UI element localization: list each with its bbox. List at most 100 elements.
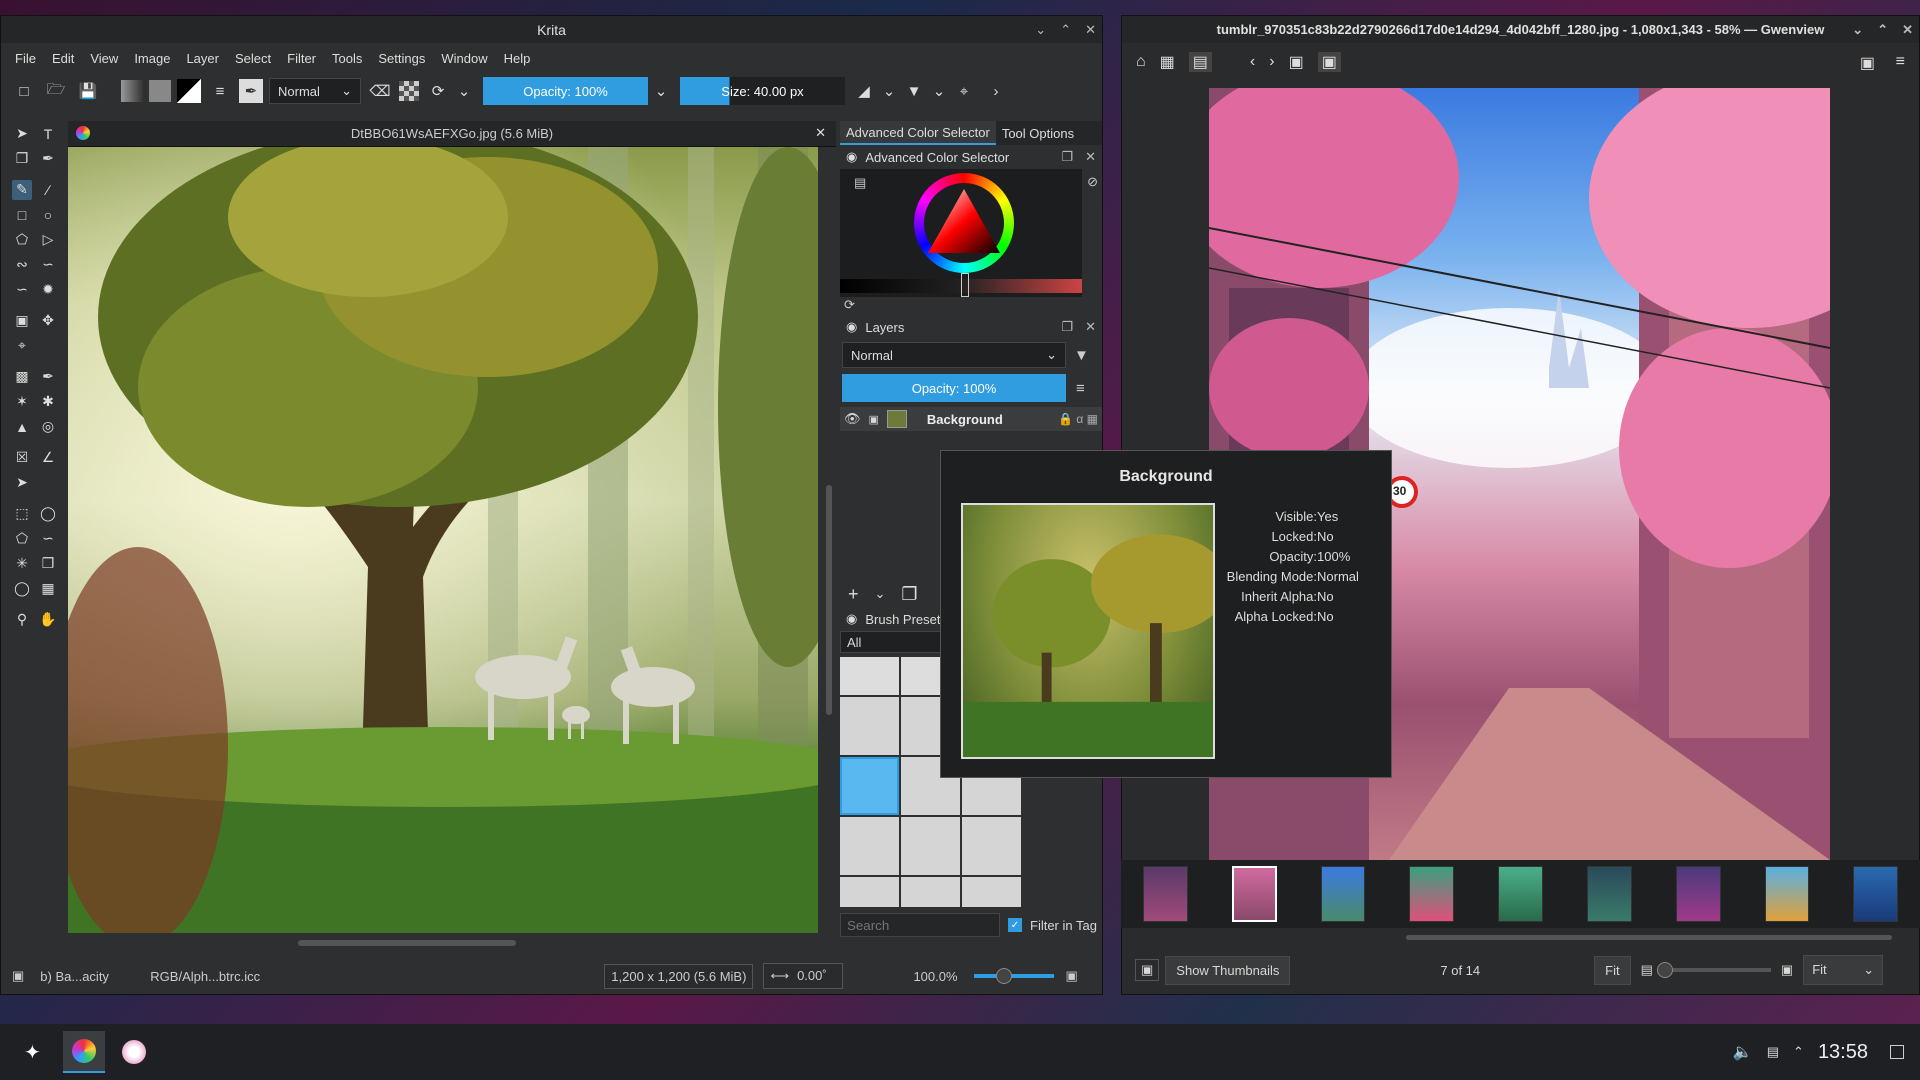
lock-docker-icon[interactable]: ◉ bbox=[846, 319, 857, 335]
tab-tool-options[interactable]: Tool Options bbox=[996, 121, 1080, 145]
calligraphy-icon[interactable]: ✒ bbox=[38, 149, 58, 169]
polyline-tool-icon[interactable]: ▷ bbox=[38, 230, 58, 250]
brush-preset-icon[interactable]: ✒ bbox=[239, 79, 263, 103]
zoom-slider[interactable] bbox=[1656, 962, 1771, 978]
hamburger-menu-icon[interactable]: ≡ bbox=[1896, 53, 1905, 71]
home-icon[interactable]: ⌂ bbox=[1136, 53, 1146, 71]
menu-layer[interactable]: Layer bbox=[178, 51, 227, 66]
network-icon[interactable]: ▤ bbox=[1767, 1044, 1779, 1060]
rect-select-icon[interactable]: ⬚ bbox=[12, 504, 32, 524]
chevron-down-icon[interactable]: ⌄ bbox=[883, 78, 896, 104]
brush-search-input[interactable] bbox=[840, 913, 1000, 937]
bezier-tool-icon[interactable]: ∾ bbox=[12, 255, 32, 275]
zoom-in-icon[interactable]: ▣ bbox=[1781, 962, 1793, 978]
previous-icon[interactable]: ‹ bbox=[1250, 53, 1255, 71]
maximize-icon[interactable]: ⌃ bbox=[1877, 22, 1888, 38]
blend-mode-select[interactable]: Normal ⌄ bbox=[269, 78, 361, 104]
volume-icon[interactable]: 🔈 bbox=[1733, 1042, 1753, 1062]
brush-preset-item-selected[interactable] bbox=[840, 757, 899, 815]
shade-handle[interactable] bbox=[961, 273, 969, 297]
zoom-slider[interactable] bbox=[973, 968, 1054, 984]
thumbnail-item[interactable] bbox=[1853, 866, 1899, 922]
thumbnail-scrollbar[interactable] bbox=[1406, 935, 1892, 940]
transform-tool-icon[interactable]: ▣ bbox=[12, 311, 32, 331]
gradient-tool-icon[interactable]: ▩ bbox=[12, 367, 32, 387]
color-picker-icon[interactable]: ✒ bbox=[38, 367, 58, 387]
menu-filter[interactable]: Filter bbox=[279, 51, 324, 66]
assistant-tool-icon[interactable]: ☒ bbox=[12, 448, 32, 468]
menu-settings[interactable]: Settings bbox=[370, 51, 433, 66]
add-layer-icon[interactable]: + bbox=[848, 584, 859, 605]
no-color-icon[interactable]: ⊘ bbox=[1087, 174, 1098, 190]
enclose-fill-icon[interactable]: ◎ bbox=[38, 417, 58, 437]
thumbnail-item[interactable] bbox=[1675, 866, 1721, 922]
show-thumbnails-button[interactable]: Show Thumbnails bbox=[1165, 955, 1291, 985]
thumbnail-item[interactable] bbox=[1143, 866, 1188, 922]
refresh-icon[interactable]: ⟳ bbox=[840, 297, 1102, 315]
text-tool-icon[interactable]: T bbox=[38, 124, 58, 144]
colorize-mask-icon[interactable]: ✶ bbox=[12, 392, 32, 412]
sidebar-toggle-icon[interactable]: ▣ bbox=[1135, 959, 1160, 981]
maximize-icon[interactable]: ⌃ bbox=[1060, 22, 1071, 38]
chevron-right-icon[interactable]: › bbox=[983, 78, 1009, 104]
brush-settings-icon[interactable]: ≡ bbox=[207, 78, 233, 104]
zoom-out-icon[interactable]: ▤ bbox=[1641, 962, 1653, 978]
hue-ring[interactable] bbox=[914, 173, 1014, 273]
contiguous-select-icon[interactable]: ✳ bbox=[12, 554, 32, 574]
next-icon[interactable]: › bbox=[1269, 53, 1274, 71]
size-slider[interactable]: Size: 40.00 px bbox=[680, 77, 845, 105]
brush-preset-item[interactable] bbox=[840, 817, 899, 875]
status-zoom[interactable]: 100.0% bbox=[913, 969, 957, 984]
filter-icon[interactable]: ▼ bbox=[1074, 347, 1089, 364]
canvas-vertical-scrollbar[interactable] bbox=[826, 485, 832, 715]
minimize-icon[interactable]: ⌄ bbox=[1852, 22, 1863, 38]
close-icon[interactable]: ✕ bbox=[1085, 149, 1096, 165]
ellipse-select-icon[interactable]: ◯ bbox=[38, 504, 58, 524]
saturation-triangle[interactable] bbox=[926, 187, 1002, 257]
menu-tools[interactable]: Tools bbox=[324, 51, 370, 66]
app-launcher-icon[interactable]: ✦ bbox=[24, 1040, 41, 1065]
similar-select-icon[interactable]: ❒ bbox=[38, 554, 58, 574]
browse-icon[interactable]: ▦ bbox=[1160, 52, 1175, 72]
rectangle-tool-icon[interactable]: □ bbox=[12, 205, 32, 225]
color-selector-area[interactable]: ▤ bbox=[840, 169, 1082, 297]
thumbnail-item[interactable] bbox=[1320, 866, 1366, 922]
opacity-slider[interactable]: Opacity: 100% bbox=[483, 77, 648, 105]
brush-preset-item[interactable] bbox=[901, 877, 960, 907]
canvas-image[interactable] bbox=[68, 147, 818, 933]
polygon-tool-icon[interactable]: ⬠ bbox=[12, 230, 32, 250]
new-document-icon[interactable]: □ bbox=[11, 78, 37, 104]
bezier-select-icon[interactable]: ◯ bbox=[12, 579, 32, 599]
edit-shape-icon[interactable]: ❐ bbox=[12, 149, 32, 169]
layer-row[interactable]: 👁 ▣ Background 🔒 α ▦ bbox=[840, 407, 1102, 431]
brush-preset-item[interactable] bbox=[840, 657, 899, 695]
menu-edit[interactable]: Edit bbox=[44, 51, 82, 66]
layer-menu-icon[interactable]: ≡ bbox=[1076, 380, 1085, 397]
thumbnail-item[interactable] bbox=[1409, 866, 1455, 922]
filter-in-tag-checkbox[interactable]: ✓ bbox=[1008, 918, 1022, 932]
open-folder-icon[interactable]: 🗁 bbox=[43, 78, 69, 104]
freehand-select-icon[interactable]: ∽ bbox=[38, 529, 58, 549]
thumbnail-item-selected[interactable] bbox=[1231, 866, 1277, 922]
layers-blend-select[interactable]: Normal ⌄ bbox=[842, 342, 1066, 368]
chevron-down-icon[interactable]: ⌄ bbox=[654, 78, 668, 104]
visibility-eye-icon[interactable]: 👁 bbox=[844, 411, 861, 427]
clock[interactable]: 13:58 bbox=[1818, 1041, 1868, 1064]
polygon-select-icon[interactable]: ⬠ bbox=[12, 529, 32, 549]
menu-view[interactable]: View bbox=[82, 51, 126, 66]
canvas-horizontal-scrollbar[interactable] bbox=[298, 940, 516, 946]
freehand-path-icon[interactable]: ∽ bbox=[38, 255, 58, 275]
show-desktop-icon[interactable] bbox=[1890, 1045, 1904, 1059]
smart-patch-icon[interactable]: ✱ bbox=[38, 392, 58, 412]
menu-file[interactable]: File bbox=[7, 51, 44, 66]
menu-window[interactable]: Window bbox=[433, 51, 495, 66]
layers-opacity-slider[interactable]: Opacity: 100% bbox=[842, 374, 1066, 402]
status-image-size[interactable]: 1,200 x 1,200 (5.6 MiB) bbox=[604, 963, 754, 989]
chevron-up-icon[interactable]: ⌃ bbox=[1793, 1044, 1804, 1060]
thumbnail-item[interactable] bbox=[1764, 866, 1810, 922]
rotate-icon[interactable]: ▣ bbox=[1289, 52, 1304, 72]
move-tool-icon[interactable]: ✥ bbox=[38, 311, 58, 331]
fit-button[interactable]: Fit bbox=[1594, 955, 1631, 985]
lock-docker-icon[interactable]: ◉ bbox=[846, 149, 857, 165]
menu-image[interactable]: Image bbox=[126, 51, 178, 66]
